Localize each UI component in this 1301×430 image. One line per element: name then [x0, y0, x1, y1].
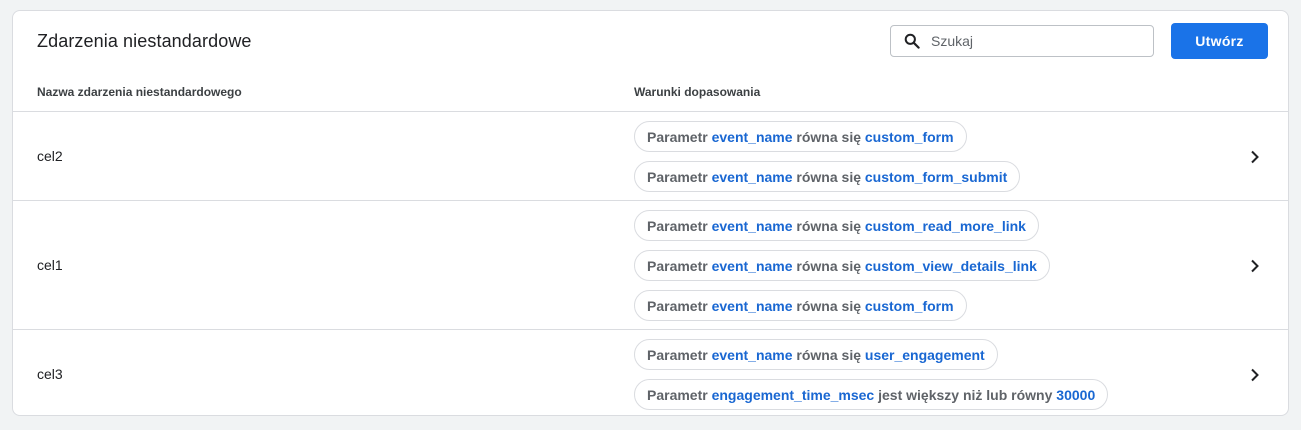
column-header-name: Nazwa zdarzenia niestandardowego	[37, 85, 242, 99]
condition-param: engagement_time_msec	[711, 386, 875, 403]
condition-param: event_name	[711, 217, 793, 234]
condition-operator: równa się	[792, 346, 865, 363]
search-box[interactable]	[890, 25, 1154, 57]
chevron-right-icon[interactable]	[1248, 368, 1262, 382]
search-icon	[904, 33, 920, 49]
custom-events-card: Zdarzenia niestandardowe Utwórz Nazwa zd…	[12, 10, 1289, 416]
page-title: Zdarzenia niestandardowe	[37, 31, 252, 51]
condition-prefix: Parametr	[647, 217, 712, 234]
create-button[interactable]: Utwórz	[1171, 23, 1268, 59]
condition-chip: Parametr event_name równa się custom_rea…	[634, 210, 1039, 241]
table-row[interactable]: cel2 Parametr event_name równa się custo…	[13, 112, 1288, 201]
condition-chip: Parametr event_name równa się custom_for…	[634, 121, 967, 152]
chevron-right-icon[interactable]	[1248, 150, 1262, 164]
condition-list: Parametr event_name równa się user_engag…	[634, 339, 1109, 410]
condition-param: event_name	[711, 257, 793, 274]
condition-operator: równa się	[792, 128, 865, 145]
condition-value: custom_form	[864, 128, 954, 145]
condition-prefix: Parametr	[647, 297, 712, 314]
condition-chip: Parametr event_name równa się custom_vie…	[634, 250, 1050, 281]
condition-chip: Parametr event_name równa się custom_for…	[634, 290, 967, 321]
condition-operator: równa się	[792, 297, 865, 314]
condition-prefix: Parametr	[647, 346, 712, 363]
condition-param: event_name	[711, 168, 793, 185]
column-header-conditions: Warunki dopasowania	[634, 85, 761, 99]
condition-value: custom_view_details_link	[864, 257, 1037, 274]
condition-chip: Parametr event_name równa się custom_for…	[634, 161, 1021, 192]
event-name: cel3	[37, 366, 63, 382]
condition-chip: Parametr engagement_time_msec jest więks…	[634, 379, 1109, 410]
condition-prefix: Parametr	[647, 128, 712, 145]
condition-operator: równa się	[792, 168, 865, 185]
condition-param: event_name	[711, 297, 793, 314]
event-name: cel1	[37, 257, 63, 273]
condition-value: custom_form_submit	[864, 168, 1008, 185]
condition-operator: równa się	[792, 257, 865, 274]
condition-value: custom_form	[864, 297, 954, 314]
condition-value: user_engagement	[864, 346, 985, 363]
condition-prefix: Parametr	[647, 168, 712, 185]
condition-prefix: Parametr	[647, 386, 712, 403]
condition-value: custom_read_more_link	[864, 217, 1026, 234]
condition-list: Parametr event_name równa się custom_for…	[634, 121, 1021, 192]
condition-prefix: Parametr	[647, 257, 712, 274]
table-row[interactable]: cel1 Parametr event_name równa się custo…	[13, 201, 1288, 330]
table-row[interactable]: cel3 Parametr event_name równa się user_…	[13, 330, 1288, 415]
card-header: Zdarzenia niestandardowe Utwórz	[13, 11, 1288, 73]
condition-param: event_name	[711, 346, 793, 363]
condition-operator: równa się	[792, 217, 865, 234]
condition-operator: jest większy niż lub równy	[874, 386, 1057, 403]
table-header: Nazwa zdarzenia niestandardowego Warunki…	[13, 73, 1288, 112]
event-name: cel2	[37, 148, 63, 164]
search-input[interactable]	[931, 33, 1131, 49]
condition-param: event_name	[711, 128, 793, 145]
condition-list: Parametr event_name równa się custom_rea…	[634, 210, 1050, 321]
condition-chip: Parametr event_name równa się user_engag…	[634, 339, 998, 370]
condition-value: 30000	[1056, 386, 1096, 403]
chevron-right-icon[interactable]	[1248, 259, 1262, 273]
